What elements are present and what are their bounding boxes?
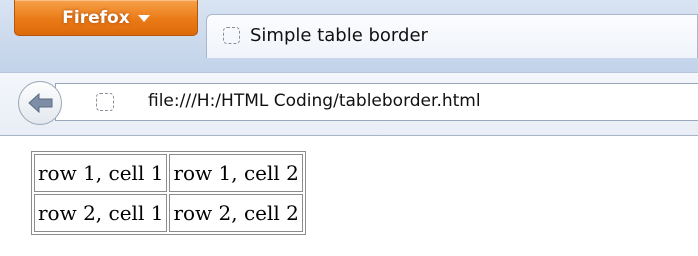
table-row: row 2, cell 1 row 2, cell 2	[34, 194, 303, 232]
page-content: row 1, cell 1 row 1, cell 2 row 2, cell …	[0, 136, 698, 256]
placeholder-page-icon	[223, 27, 240, 44]
navigation-bar: file:///H:/HTML Coding/tableborder.html	[0, 72, 698, 136]
left-arrow-icon	[28, 92, 53, 114]
caret-down-icon	[137, 15, 150, 22]
table-row: row 1, cell 1 row 1, cell 2	[34, 154, 303, 192]
tab-strip: Firefox Simple table border	[0, 0, 698, 72]
browser-tab[interactable]: Simple table border	[206, 14, 698, 58]
table-cell: row 1, cell 2	[169, 154, 303, 192]
tab-title: Simple table border	[250, 25, 428, 46]
bordered-table: row 1, cell 1 row 1, cell 2 row 2, cell …	[31, 151, 306, 235]
table-cell: row 1, cell 1	[34, 154, 168, 192]
placeholder-page-icon[interactable]	[96, 93, 114, 111]
table-cell: row 2, cell 1	[34, 194, 168, 232]
firefox-menu-button[interactable]: Firefox	[14, 0, 198, 36]
back-button[interactable]	[18, 81, 62, 125]
address-text: file:///H:/HTML Coding/tableborder.html	[148, 91, 481, 111]
table-cell: row 2, cell 2	[169, 194, 303, 232]
address-bar[interactable]: file:///H:/HTML Coding/tableborder.html	[55, 83, 698, 121]
firefox-menu-label: Firefox	[62, 7, 130, 28]
